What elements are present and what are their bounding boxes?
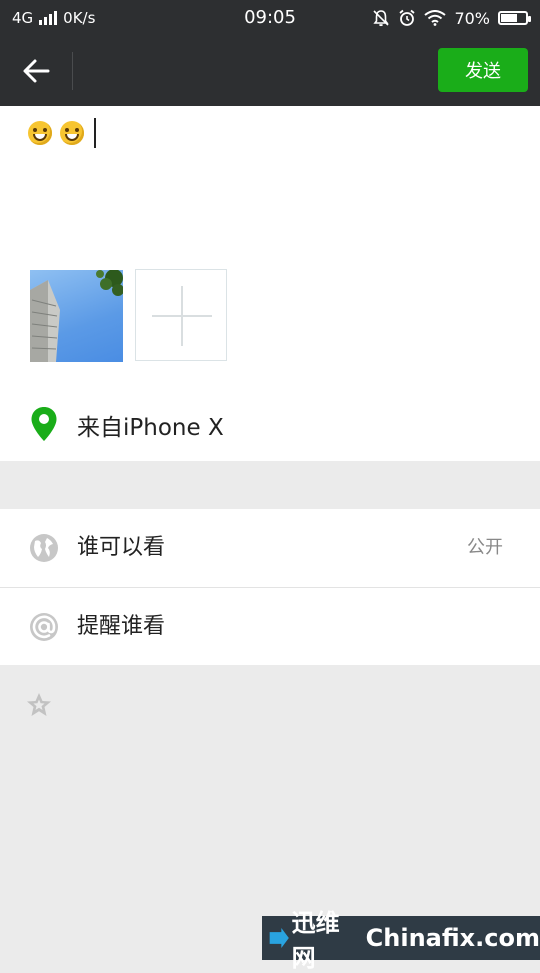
location-row[interactable]: 来自iPhone X bbox=[0, 396, 540, 460]
location-text: 来自iPhone X bbox=[77, 415, 224, 441]
title-bar: 发送 bbox=[0, 36, 540, 106]
mute-bell-icon bbox=[373, 10, 390, 27]
status-right: 70% bbox=[372, 0, 531, 36]
header-divider bbox=[72, 52, 73, 90]
status-bar: 4G 0K/s 09:05 70% bbox=[0, 0, 540, 36]
mention-label: 提醒谁看 bbox=[77, 614, 166, 639]
settings-group: 谁可以看 公开 提醒谁看 bbox=[0, 509, 540, 665]
watermark: 迅维网 Chinafix.com bbox=[262, 909, 540, 972]
visibility-value: 公开 bbox=[467, 537, 503, 558]
grinning-emoji bbox=[28, 121, 52, 145]
send-button[interactable]: 发送 bbox=[438, 48, 528, 92]
globe-icon bbox=[30, 534, 58, 562]
compose-area: 来自iPhone X bbox=[0, 106, 540, 461]
arrow-logo-icon bbox=[269, 927, 289, 949]
back-button[interactable] bbox=[18, 53, 54, 89]
battery-percent: 70% bbox=[454, 8, 490, 28]
star-icon[interactable] bbox=[25, 691, 53, 719]
location-pin-icon bbox=[31, 407, 57, 441]
text-caret bbox=[94, 118, 96, 148]
post-text-input[interactable] bbox=[28, 118, 96, 148]
alarm-icon bbox=[399, 9, 416, 26]
attached-photo[interactable] bbox=[30, 270, 123, 362]
photo-thumbnail bbox=[30, 270, 123, 362]
watermark-left-text: 迅维网 bbox=[291, 909, 340, 972]
wifi-icon bbox=[424, 10, 447, 26]
visibility-row[interactable]: 谁可以看 公开 bbox=[0, 509, 540, 588]
add-photo-button[interactable] bbox=[135, 269, 227, 361]
at-icon bbox=[30, 613, 58, 641]
arrow-left-icon bbox=[23, 59, 50, 83]
mention-row[interactable]: 提醒谁看 bbox=[0, 588, 540, 666]
visibility-label: 谁可以看 bbox=[77, 535, 166, 560]
battery-icon bbox=[498, 11, 531, 25]
grinning-emoji bbox=[60, 121, 84, 145]
watermark-right-text: Chinafix.com bbox=[365, 924, 540, 952]
